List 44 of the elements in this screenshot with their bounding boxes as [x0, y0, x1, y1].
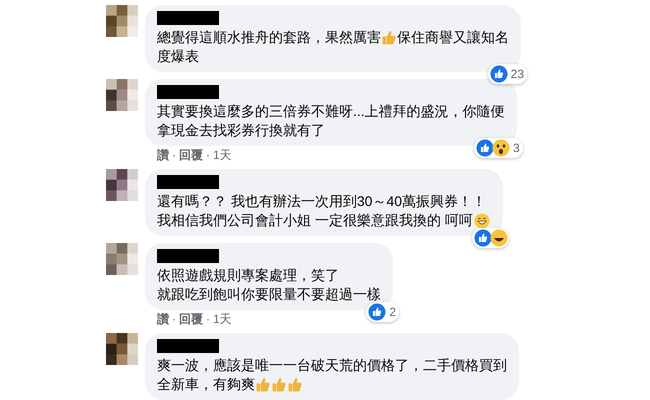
comment-text: 我相信我們公司會計小姐 一定很樂意跟我換的 呵呵: [157, 211, 473, 230]
separator-dot: ·: [172, 313, 176, 326]
thumbs-up-icon: [272, 377, 286, 392]
reaction-count: 3: [512, 140, 520, 156]
like-icon: [474, 229, 492, 247]
comment-text: 其實要換這麼多的三倍券不難呀...上禮拜的盛況，你隨便: [157, 102, 505, 121]
redaction-bar: [157, 339, 219, 353]
comment-text: 總覺得這順水推舟的套路，果然厲害: [157, 28, 381, 47]
redaction-bar: [157, 249, 219, 263]
action-link[interactable]: 讚: [157, 313, 169, 326]
separator-dot: ·: [206, 149, 210, 162]
action-link[interactable]: 回覆: [179, 313, 203, 326]
reaction-count: 23: [510, 66, 524, 82]
like-icon: [490, 65, 508, 83]
thumbs-up-icon: [288, 377, 302, 392]
reaction-badge[interactable]: 23: [488, 64, 527, 84]
like-icon: [368, 303, 386, 321]
comment-text: 依照遊戲規則專案處理，笑了: [157, 266, 339, 285]
redaction-bar: [157, 11, 219, 25]
comment-text: 拿現金去找彩券行換就有了: [157, 121, 325, 140]
comment-text: 還有嗎？？ 我也有辦法一次用到30～40萬振興券！！: [157, 192, 486, 211]
action-link[interactable]: 讚: [157, 149, 169, 162]
laughing-face-icon: [490, 229, 508, 247]
reaction-badge[interactable]: 2: [366, 302, 399, 322]
timestamp[interactable]: 1天: [213, 149, 232, 162]
like-icon: [476, 139, 494, 157]
grinning-face-icon: [474, 212, 490, 228]
action-link[interactable]: 回覆: [179, 149, 203, 162]
separator-dot: ·: [172, 149, 176, 162]
comment-text: 全新車，有夠爽: [157, 375, 255, 394]
reaction-count: 2: [389, 304, 396, 320]
timestamp[interactable]: 1天: [213, 313, 232, 326]
reaction-badge[interactable]: [472, 228, 509, 248]
surprised-face-icon: [492, 139, 510, 157]
redaction-bar: [157, 85, 219, 99]
comment-text: 度爆表: [157, 47, 199, 66]
thumbs-up-icon: [382, 30, 396, 45]
reaction-badge[interactable]: 3: [474, 138, 523, 158]
comment-text: 就跟吃到飽叫你要限量不要超過一樣: [157, 285, 381, 304]
separator-dot: ·: [206, 313, 210, 326]
thumbs-up-icon: [256, 377, 270, 392]
comment-text: 保住商譽又讓知名: [397, 28, 509, 47]
comment-text: 爽一波，應該是唯一一台破天荒的價格了，二手價格買到: [157, 356, 507, 375]
redaction-bar: [157, 175, 219, 189]
